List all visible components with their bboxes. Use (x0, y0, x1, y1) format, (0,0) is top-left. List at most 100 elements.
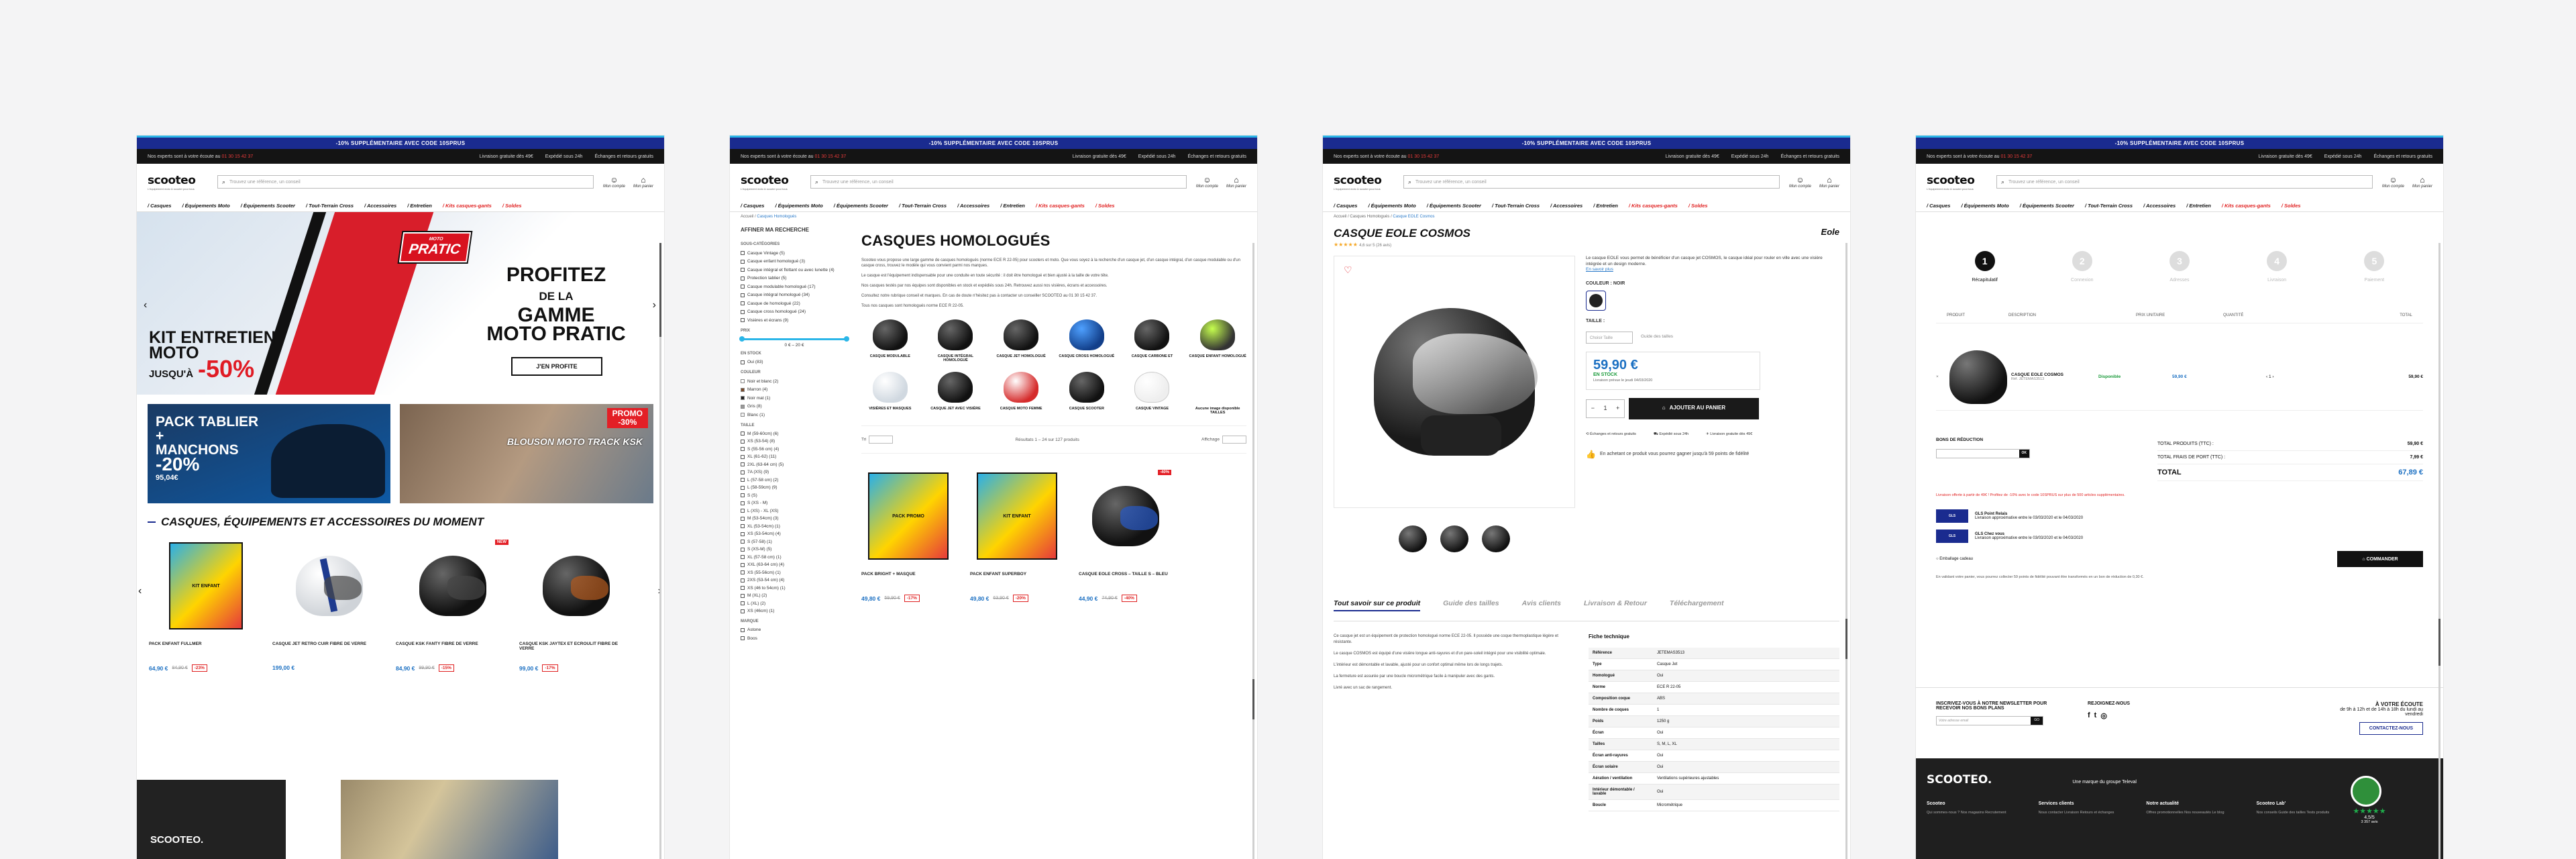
quantity-stepper[interactable]: −1 + (1586, 399, 1625, 418)
nav-tout-terrain[interactable]: / Tout-Terrain Cross (306, 203, 354, 209)
filter-checkbox[interactable]: Casque de homologué (22) (741, 299, 848, 308)
product-name[interactable]: CASQUE KSK JAYTEX ET ECROULIT FIBRE DE V… (519, 642, 633, 659)
breadcrumb-home[interactable]: Accueil (741, 215, 753, 219)
product-name[interactable]: PACK ENFANT FULLMER (149, 642, 263, 659)
gift-wrap-checkbox[interactable]: ○ Emballage cadeau (1936, 557, 1973, 561)
filter-checkbox[interactable]: XS (46cm) (1) (741, 607, 848, 615)
filter-checkbox[interactable]: Astone (741, 626, 848, 635)
remove-icon[interactable]: × (1936, 374, 1949, 379)
step-payment[interactable]: 5 Paiement (2341, 251, 2408, 283)
carousel-next-icon[interactable]: › (653, 299, 656, 311)
filter-checkbox[interactable]: S (XS-M) (5) (741, 546, 848, 554)
product-card[interactable]: KIT ENFANT PACK ENFANT FULLMER 64,90 € 84… (149, 536, 263, 672)
cart-button[interactable]: ⌂ Mon panier (2412, 175, 2432, 189)
footer-column-links[interactable]: Nos conseils Guide des tailles Tests pro… (2257, 810, 2330, 815)
subcategory-tile[interactable]: VISIÈRES ET MASQUES (861, 372, 919, 415)
nav-kits[interactable]: / Kits casques-gants (1036, 203, 1085, 209)
cart-button[interactable]: ⌂ Mon panier (633, 175, 653, 189)
nav-soldes[interactable]: / Soldes (2282, 203, 2301, 209)
filter-checkbox[interactable]: XXL (63-64 cm) (4) (741, 561, 848, 569)
nav-soldes[interactable]: / Soldes (1095, 203, 1115, 209)
product-name[interactable]: PACK BRIGHT + MASQUE (861, 572, 955, 589)
plus-icon[interactable]: + (1616, 405, 1619, 411)
footer-column-title[interactable]: Scooteo Lab' (2257, 801, 2330, 806)
product-card[interactable]: -40% CASQUE EOLE CROSS – TAILLE S – BLEU… (1079, 466, 1173, 602)
sort-select[interactable]: Tri (861, 436, 894, 444)
newsletter-email-input[interactable]: Votre adresse email GO (1936, 716, 2043, 725)
nav-soldes[interactable]: / Soldes (1688, 203, 1708, 209)
carousel-prev-icon[interactable]: ‹ (138, 585, 142, 597)
breadcrumb-home[interactable]: Accueil (1334, 215, 1346, 219)
filter-checkbox[interactable]: XS (46 to 54cm) (1) (741, 585, 848, 593)
color-filter[interactable]: Noir mat (1) (741, 394, 848, 403)
product-name[interactable]: CASQUE KSK FANTY FIBRE DE VERRE (396, 642, 510, 659)
account-button[interactable]: ☺ Mon compte (1196, 175, 1218, 189)
filter-checkbox[interactable]: Boos (741, 634, 848, 643)
product-name[interactable]: CASQUE EOLE CROSS – TAILLE S – BLEU (1079, 572, 1173, 589)
tab-size-guide[interactable]: Guide des tailles (1443, 599, 1499, 611)
filter-checkbox[interactable]: XL (61-62) (11) (741, 453, 848, 461)
filter-checkbox[interactable]: S (57-58) (1) (741, 538, 848, 546)
subcategory-tile[interactable]: CASQUE INTÉGRAL HOMOLOGUÉ (927, 319, 985, 362)
nav-kits[interactable]: / Kits casques-gants (2222, 203, 2271, 209)
nav-equip-scooter[interactable]: / Équipements Scooter (241, 203, 295, 209)
nav-tout-terrain[interactable]: / Tout-Terrain Cross (1492, 203, 1540, 209)
filter-checkbox[interactable]: 7A (XS) (9) (741, 468, 848, 476)
footer-column-links[interactable]: Qui sommes-nous ? Nos magasins Recruteme… (1927, 810, 2006, 815)
filter-checkbox[interactable]: Casque enfant homologué (3) (741, 258, 848, 266)
subcategory-tile[interactable]: CASQUE JET HOMOLOGUÉ (992, 319, 1050, 362)
subcategory-tile[interactable]: CASQUE MOTO FEMME (992, 372, 1050, 415)
filter-checkbox[interactable]: L (XL) (2) (741, 600, 848, 608)
twitter-icon[interactable]: t (2094, 711, 2097, 720)
shipping-option[interactable]: GLS GLS Point Relais Livraison approximati… (1936, 509, 2423, 523)
subcategory-tile[interactable]: Aucune image disponible TAILLES (1189, 372, 1246, 415)
filter-checkbox[interactable]: L (58-59cm) (9) (741, 484, 848, 492)
nav-entretien[interactable]: / Entretien (2186, 203, 2211, 209)
subcategory-tile[interactable]: CASQUE MODULABLE (861, 319, 919, 362)
instagram-icon[interactable]: ◎ (2100, 711, 2107, 720)
footer-column-links[interactable]: Nous contacter Livraison Retours et écha… (2039, 810, 2114, 815)
nav-casques[interactable]: / Casques (1334, 203, 1357, 209)
nav-accessoires[interactable]: / Accessoires (364, 203, 396, 209)
filter-checkbox[interactable]: Casque cross homologué (24) (741, 308, 848, 317)
promo-tile-blouson[interactable]: PROMO -30% BLOUSON MOTO TRACK KSK (400, 404, 653, 503)
footer-column-title[interactable]: Services clients (2039, 801, 2114, 806)
thumbnail[interactable] (1399, 525, 1427, 552)
thumbnail[interactable] (1482, 525, 1510, 552)
nav-casques[interactable]: / Casques (1927, 203, 1950, 209)
filter-checkbox[interactable]: M (53-54cm) (3) (741, 515, 848, 523)
nav-accessoires[interactable]: / Accessoires (2143, 203, 2176, 209)
site-logo[interactable]: scooteo L'équipement moto & scooter pour … (148, 174, 208, 191)
filter-checkbox[interactable]: Protection tablier (5) (741, 274, 848, 283)
filter-checkbox[interactable]: Oui (83) (741, 358, 848, 367)
promo-banner[interactable]: -10% SUPPLÉMENTAIRE AVEC CODE 10SPRUS (1323, 136, 1850, 149)
price-slider[interactable] (739, 336, 849, 342)
filter-checkbox[interactable]: L (57-58 cm) (2) (741, 476, 848, 485)
filter-checkbox[interactable]: M (59-60cm) (6) (741, 430, 848, 438)
subcategory-tile[interactable]: CASQUE CARBONE ET (1124, 319, 1181, 362)
product-card[interactable]: KIT ENFANT PACK ENFANT SUPERBOY 49,80 € 6… (970, 466, 1064, 602)
scrollbar[interactable] (659, 243, 661, 859)
filter-checkbox[interactable]: Casque intégral homologué (34) (741, 291, 848, 300)
nav-equip-moto[interactable]: / Équipements Moto (775, 203, 822, 209)
search-input[interactable]: ⌕ Trouvez une référence, un conseil (810, 175, 1187, 189)
subcategory-tile[interactable]: CASQUE JET AVEC VISIÈRE (927, 372, 985, 415)
minus-icon[interactable]: − (1591, 405, 1595, 411)
site-logo[interactable]: scooteo L'équipement moto & scooter pour … (1927, 174, 1987, 191)
nav-tout-terrain[interactable]: / Tout-Terrain Cross (2085, 203, 2133, 209)
tab-reviews[interactable]: Avis clients (1522, 599, 1561, 611)
nav-entretien[interactable]: / Entretien (407, 203, 432, 209)
filter-checkbox[interactable]: Visières et écrans (9) (741, 316, 848, 325)
search-input[interactable]: ⌕ Trouvez une référence, un conseil (1403, 175, 1780, 189)
nav-casques[interactable]: / Casques (148, 203, 171, 209)
cart-button[interactable]: ⌂ Mon panier (1226, 175, 1246, 189)
step-delivery[interactable]: 4 Livraison (2243, 251, 2310, 283)
filter-checkbox[interactable]: XS (53-54) (8) (741, 438, 848, 446)
footer-column-links[interactable]: Offres promotionnelles Nos nouveautés Le… (2146, 810, 2224, 815)
product-card[interactable]: PACK PROMO PACK BRIGHT + MASQUE 49,80 €5… (861, 466, 955, 602)
scrollbar[interactable] (2438, 243, 2440, 859)
filter-checkbox[interactable]: S (XS - M) (741, 499, 848, 507)
thumbnail[interactable] (1440, 525, 1468, 552)
filter-checkbox[interactable]: XL (57-58 cm) (1) (741, 554, 848, 562)
facebook-icon[interactable]: f (2088, 711, 2090, 720)
